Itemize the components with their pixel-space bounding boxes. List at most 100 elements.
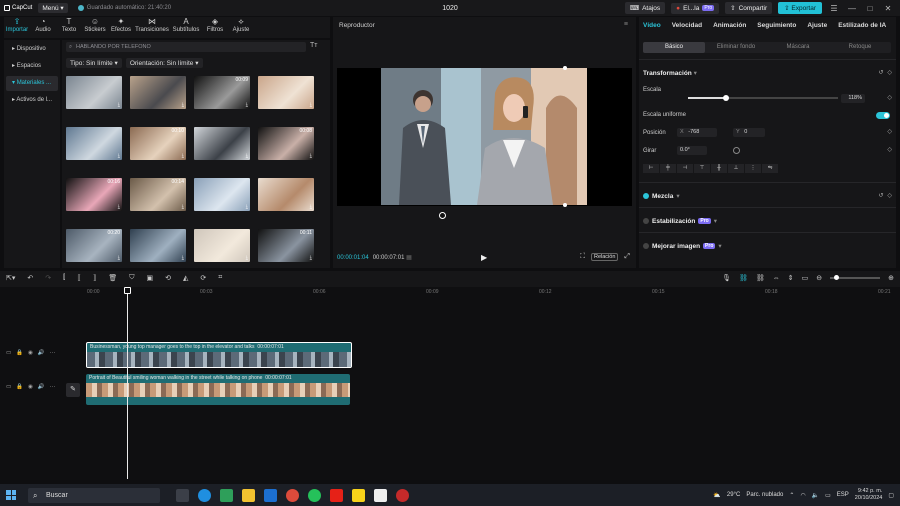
freeze-icon[interactable]: ▣	[146, 274, 153, 282]
rotate-icon[interactable]: ⟳	[200, 274, 206, 282]
language-indicator[interactable]: ESP	[837, 492, 849, 498]
rotate-handle-icon[interactable]	[439, 212, 446, 219]
align-vcenter-icon[interactable]: ╫	[711, 164, 727, 173]
chevron-up-icon[interactable]: ⌃	[789, 492, 794, 499]
download-icon[interactable]: ⤓	[246, 102, 248, 108]
microphone-icon[interactable]: 🎙	[722, 274, 731, 282]
rotate-input[interactable]: 0.0°	[677, 146, 707, 155]
taskbar-search[interactable]: ⌕ Buscar	[28, 487, 160, 503]
keyframe-icon[interactable]: ◇	[887, 128, 892, 135]
sticky-notes-icon[interactable]	[352, 488, 365, 502]
video-clip-2[interactable]: Portrait of Beautiful smiling woman walk…	[86, 374, 350, 405]
zoom-in-icon[interactable]: ⊕	[888, 274, 894, 282]
video-clip-1[interactable]: Businessman, young top manager goes to t…	[86, 342, 352, 368]
audio-icon[interactable]: 🔊	[38, 350, 45, 356]
tool-audio[interactable]: ◔ Audio	[30, 17, 56, 38]
tool-stickers[interactable]: ☺ Stickers	[82, 17, 108, 38]
wifi-icon[interactable]: ◠	[800, 492, 805, 499]
play-button[interactable]: ▶	[481, 253, 487, 262]
youtube-icon[interactable]	[330, 488, 343, 502]
tool-import[interactable]: ⇪ Importar	[4, 17, 30, 38]
battery-icon[interactable]: ▭	[825, 492, 831, 499]
position-y-input[interactable]: Y 0	[733, 128, 765, 137]
tool-filters[interactable]: ◈ Filtros	[202, 17, 228, 38]
edge-icon[interactable]	[198, 488, 211, 502]
media-thumbnail[interactable]: 00:08 ⤓	[258, 127, 314, 160]
align-bottom-icon[interactable]: ⊥	[728, 164, 744, 173]
menu-button[interactable]: Menú ▾	[38, 3, 68, 13]
media-thumbnail[interactable]: ⤓	[258, 76, 314, 109]
split-icon[interactable]: ⫿	[63, 274, 65, 282]
outlook-icon[interactable]	[264, 488, 277, 502]
maximize-button[interactable]: □	[864, 4, 876, 13]
share-button[interactable]: ⇧ Compartir	[725, 2, 773, 14]
position-x-input[interactable]: X -768	[677, 128, 717, 137]
explorer-icon[interactable]	[242, 488, 255, 502]
subtitle-icon[interactable]: ▭	[802, 274, 809, 282]
keyframe-icon[interactable]: ◇	[887, 146, 892, 153]
download-icon[interactable]: ⤓	[118, 255, 120, 261]
media-thumbnail[interactable]: ⤓	[130, 76, 186, 109]
download-icon[interactable]: ⤓	[182, 204, 184, 210]
download-icon[interactable]: ⤓	[310, 102, 312, 108]
fit-icon[interactable]: ⛶	[580, 253, 585, 261]
rotate-dial-icon[interactable]	[733, 147, 740, 154]
undo-icon[interactable]: ↶	[27, 274, 33, 282]
stabilize-section[interactable]: Estabilización Pro ▾	[643, 217, 717, 225]
split-right-icon[interactable]: ⟧	[93, 274, 96, 282]
export-button[interactable]: ⇪ Exportar	[778, 2, 822, 14]
media-thumbnail[interactable]: 00:14 ⤓	[130, 178, 186, 211]
download-icon[interactable]: ⤓	[182, 153, 184, 159]
tool-text[interactable]: T Texto	[56, 17, 82, 38]
download-icon[interactable]: ⤓	[182, 255, 184, 261]
media-thumbnail[interactable]: ⤓	[194, 229, 250, 262]
weather-temp[interactable]: 29°C	[727, 492, 740, 498]
keyframe-icon[interactable]: ◇	[887, 69, 892, 76]
align-left-icon[interactable]: ⊢	[643, 164, 659, 173]
tool-adjust[interactable]: ⟡ Ajuste	[228, 17, 254, 38]
flip-icon[interactable]: ⇋	[762, 164, 778, 173]
nav-assets[interactable]: ▸ Activos de l...	[6, 93, 58, 108]
reset-icon[interactable]: ↺	[878, 69, 883, 76]
keyframe-icon[interactable]: ◇	[887, 192, 892, 199]
minimize-button[interactable]: —	[846, 4, 858, 13]
tab-ai-style[interactable]: Estilizado de IA	[838, 22, 886, 29]
text-size-icon[interactable]: Tт	[310, 42, 317, 49]
more-icon[interactable]: ⋯	[50, 350, 56, 356]
zoom-slider[interactable]	[830, 275, 881, 280]
task-view-icon[interactable]	[176, 488, 189, 502]
tab-video[interactable]: Vídeo	[643, 22, 661, 29]
shortcuts-button[interactable]: ⌨ Atajos	[624, 2, 666, 14]
enhance-checkbox[interactable]	[643, 243, 649, 249]
split-left-icon[interactable]: ⟦	[77, 274, 80, 282]
download-icon[interactable]: ⤓	[310, 153, 312, 159]
media-thumbnail[interactable]: 00:11 ⤓	[258, 229, 314, 262]
preview-canvas[interactable]	[337, 66, 632, 219]
subtab-remove-bg[interactable]: Eliminar fondo	[705, 42, 767, 53]
media-thumbnail[interactable]: ⤓	[258, 178, 314, 211]
blend-checkbox[interactable]	[643, 193, 649, 199]
download-icon[interactable]: ⤓	[310, 204, 312, 210]
media-thumbnail[interactable]: 00:16 ⤓	[66, 178, 122, 211]
more-icon[interactable]: ⋯	[50, 384, 56, 390]
media-thumbnail[interactable]: 00:10 ⤓	[130, 127, 186, 160]
download-icon[interactable]: ⤓	[118, 102, 120, 108]
download-icon[interactable]: ⤓	[246, 153, 248, 159]
tab-animation[interactable]: Animación	[713, 22, 746, 29]
subtab-mask[interactable]: Máscara	[767, 42, 829, 53]
media-thumbnail[interactable]: ⤓	[130, 229, 186, 262]
media-thumbnail[interactable]: 00:20 ⤓	[66, 229, 122, 262]
enhance-section[interactable]: Mejorar imagen Pro ▾	[643, 242, 722, 250]
time-ruler[interactable]: 00:00 00:03 00:06 00:09 00:12 00:15 00:18 00:21	[63, 287, 900, 297]
download-icon[interactable]: ⤓	[310, 255, 312, 261]
subtab-retouch[interactable]: Retoque	[829, 42, 891, 53]
keyframe-icon[interactable]: ◇	[887, 94, 892, 101]
weather-desc[interactable]: Parc. nublado	[746, 492, 783, 498]
media-thumbnail[interactable]: ⤓	[66, 76, 122, 109]
align-top-icon[interactable]: ⊤	[694, 164, 710, 173]
nav-device[interactable]: ▸ Dispositivo	[6, 42, 58, 57]
tool-subtitles[interactable]: A Subtítulos	[170, 17, 202, 38]
tab-adjust[interactable]: Ajuste	[807, 22, 827, 29]
reset-icon[interactable]: ↺	[878, 192, 883, 199]
link-main-icon[interactable]: ⛓	[739, 274, 748, 282]
